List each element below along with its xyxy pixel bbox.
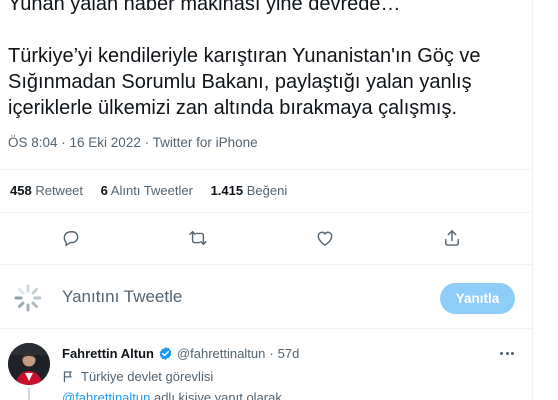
- reply-time[interactable]: 57d: [278, 346, 300, 361]
- replying-mention-link[interactable]: @fahrettinaltun: [62, 390, 150, 400]
- replying-text: adlı kişiye yanıt olarak: [150, 390, 282, 400]
- tweet-stats: 458 Retweet 6 Alıntı Tweetler 1.415 Beğe…: [10, 183, 301, 198]
- divider: [0, 264, 532, 265]
- loading-spinner-icon: [13, 283, 43, 313]
- account-label-text: Türkiye devlet görevlisi: [81, 369, 214, 384]
- tweet-actions: [0, 224, 532, 252]
- like-icon: [317, 231, 333, 246]
- retweets-stat[interactable]: 458 Retweet: [10, 183, 83, 198]
- quotes-stat[interactable]: 6 Alıntı Tweetler: [101, 183, 193, 198]
- reply-submit-button[interactable]: Yanıtla: [440, 283, 515, 314]
- retweets-label: Retweet: [35, 183, 84, 198]
- more-options-icon[interactable]: [497, 345, 517, 361]
- flag-icon: [62, 370, 75, 383]
- divider: [0, 328, 532, 329]
- retweets-count: 458: [10, 183, 32, 198]
- reply-button[interactable]: [57, 224, 85, 252]
- divider: [0, 212, 532, 213]
- verified-badge-icon: [158, 346, 173, 361]
- column-border: [532, 0, 533, 400]
- quotes-label: Alıntı Tweetler: [110, 183, 193, 198]
- reply-composer-input[interactable]: Yanıtını Tweetle: [62, 287, 362, 307]
- share-button[interactable]: [438, 224, 466, 252]
- quotes-count: 6: [100, 183, 108, 198]
- tweet-timestamp[interactable]: ÖS 8:04 · 16 Eki 2022 · Twitter for iPho…: [8, 135, 258, 150]
- likes-count: 1.415: [210, 183, 244, 198]
- retweet-icon: [189, 231, 207, 245]
- likes-label: Beğeni: [246, 183, 288, 198]
- likes-stat[interactable]: 1.415 Beğeni: [211, 183, 288, 198]
- reply-author-name[interactable]: Fahrettin Altun: [62, 346, 154, 361]
- reply-author-handle[interactable]: @fahrettinaltun: [177, 346, 265, 361]
- share-icon: [445, 230, 459, 246]
- avatar[interactable]: [8, 343, 50, 385]
- tweet-detail-page: Yunan yalan haber makinası yine devrede……: [0, 0, 558, 400]
- reply-header: Fahrettin Altun @fahrettinaltun · 57d: [62, 346, 299, 361]
- account-label: Türkiye devlet görevlisi: [62, 369, 213, 384]
- thread-line: [28, 388, 30, 400]
- tweet-text: Yunan yalan haber makinası yine devrede……: [8, 0, 481, 119]
- like-button[interactable]: [311, 224, 339, 252]
- reply-icon: [63, 231, 79, 247]
- retweet-button[interactable]: [184, 224, 212, 252]
- replying-to: @fahrettinaltun adlı kişiye yanıt olarak: [62, 390, 282, 400]
- divider: [0, 169, 532, 170]
- separator-dot: ·: [269, 346, 274, 361]
